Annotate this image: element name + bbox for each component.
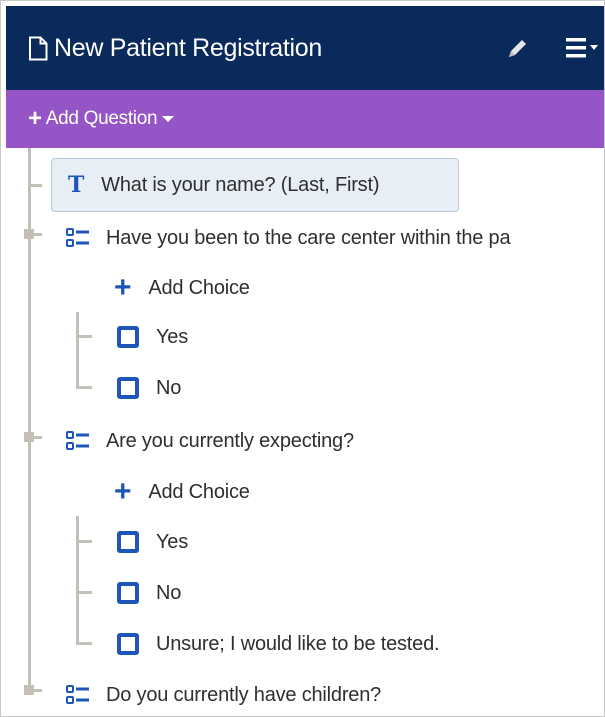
add-choice-button[interactable]: + Add Choice [114, 475, 250, 509]
tree-connector [76, 386, 92, 389]
form-builder-panel: New Patient Registration + Add Question [0, 0, 605, 717]
choice-label: No [156, 376, 182, 399]
pencil-icon[interactable] [504, 36, 530, 62]
text-question-icon: T [68, 172, 85, 198]
question-label: What is your name? (Last, First) [101, 173, 380, 196]
list-icon [66, 228, 89, 247]
tree-connector [76, 591, 92, 594]
tree-connector [76, 335, 92, 338]
plus-icon: + [28, 105, 42, 132]
add-choice-label: Add Choice [148, 276, 250, 299]
tree-connector [76, 516, 79, 645]
tree-connector [76, 540, 92, 543]
question-label: Are you currently expecting? [106, 429, 354, 452]
plus-icon: + [114, 271, 132, 304]
question-item[interactable]: Have you been to the care center within … [66, 221, 511, 255]
tree-connector [28, 436, 42, 439]
add-choice-label: Add Choice [148, 480, 250, 503]
question-label: Have you been to the care center within … [106, 226, 511, 249]
list-icon [66, 685, 89, 704]
question-item[interactable]: Do you currently have children? [66, 678, 381, 712]
plus-icon: + [114, 475, 132, 508]
chevron-down-icon [162, 116, 175, 122]
question-item[interactable]: Are you currently expecting? [66, 424, 354, 458]
form-title-text: New Patient Registration [54, 33, 322, 62]
question-item[interactable]: T What is your name? (Last, First) [68, 168, 379, 202]
choice-label: Unsure; I would like to be tested. [156, 632, 440, 655]
choice-item[interactable]: Unsure; I would like to be tested. [117, 627, 440, 661]
document-icon [29, 36, 48, 60]
form-header: New Patient Registration [6, 6, 605, 90]
form-title: New Patient Registration [28, 6, 322, 90]
tree-connector [76, 312, 79, 388]
choice-item[interactable]: No [117, 371, 181, 405]
choice-label: Yes [156, 530, 189, 553]
add-question-button[interactable]: + Add Question [28, 90, 175, 148]
choice-item[interactable]: No [117, 576, 181, 610]
menu-icon[interactable] [564, 36, 605, 60]
choice-label: No [156, 581, 182, 604]
toolbar: + Add Question [6, 90, 604, 148]
tree-connector [28, 184, 42, 187]
choice-icon [117, 377, 139, 399]
tree-connector [76, 642, 92, 645]
choice-label: Yes [156, 325, 189, 348]
add-choice-button[interactable]: + Add Choice [114, 271, 250, 305]
add-question-label: Add Question [45, 108, 158, 129]
tree-connector [28, 689, 42, 692]
list-icon [66, 431, 89, 450]
question-tree: T What is your name? (Last, First) Have … [6, 148, 604, 716]
question-label: Do you currently have children? [106, 683, 382, 706]
choice-icon [117, 326, 139, 348]
choice-icon [117, 582, 139, 604]
choice-item[interactable]: Yes [117, 320, 188, 354]
choice-icon [117, 633, 139, 655]
choice-icon [117, 531, 139, 553]
tree-connector [28, 233, 42, 236]
choice-item[interactable]: Yes [117, 525, 188, 559]
